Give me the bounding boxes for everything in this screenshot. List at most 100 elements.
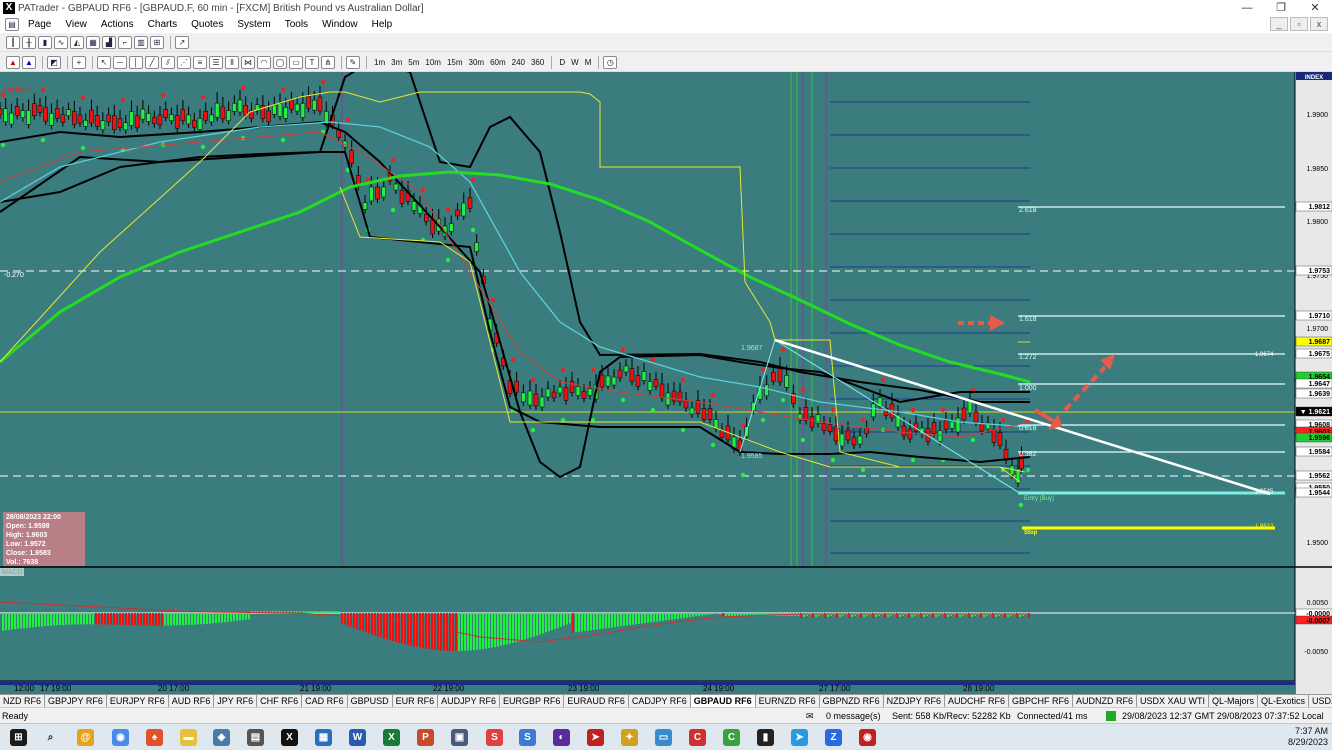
outlook-icon[interactable]: @ — [77, 729, 94, 746]
app-icon[interactable]: ◐ — [553, 729, 570, 746]
timeframe-3m[interactable]: 3m — [388, 58, 405, 67]
arc-icon[interactable]: ◠ — [257, 56, 271, 69]
symbol-tab[interactable]: EURGBP RF6 — [500, 695, 565, 707]
chart-menu-icon[interactable]: ▤ — [5, 18, 19, 31]
telegram-icon[interactable]: ➤ — [791, 729, 808, 746]
fib-extension-icon[interactable]: ☰ — [209, 56, 223, 69]
patrader-taskbar-icon[interactable]: ▤ — [247, 729, 264, 746]
crosshair-icon[interactable]: + — [72, 56, 86, 69]
clock-icon[interactable]: ◷ — [603, 56, 618, 69]
timeframe-5m[interactable]: 5m — [405, 58, 422, 67]
app-icon[interactable]: ◉ — [859, 729, 876, 746]
sell-arrow-icon[interactable]: ▲ — [22, 56, 36, 69]
timeframe-weekly[interactable]: W — [568, 58, 582, 67]
menu-system[interactable]: System — [230, 16, 277, 33]
symbol-tab[interactable]: EURNZD RF6 — [756, 695, 820, 707]
maximize-button[interactable]: ❐ — [1264, 0, 1298, 16]
symbol-tab[interactable]: CADJPY RF6 — [629, 695, 691, 707]
candle-chart-icon[interactable]: ▮ — [38, 36, 52, 49]
menu-help[interactable]: Help — [365, 16, 400, 33]
symbol-tab[interactable]: JPY RF6 — [214, 695, 258, 707]
ohlc-chart-icon[interactable]: ╫ — [22, 36, 36, 49]
fib-retracement-icon[interactable]: ≡ — [193, 56, 207, 69]
buy-arrow-icon[interactable]: ▲ — [6, 56, 20, 69]
minimize-button[interactable]: — — [1230, 0, 1264, 16]
timeframe-15m[interactable]: 15m — [444, 58, 466, 67]
symbol-tab[interactable]: NZD RF6 — [0, 695, 45, 707]
symbol-tab[interactable]: AUDNZD RF6 — [1073, 695, 1137, 707]
x-app-icon[interactable]: X — [281, 729, 298, 746]
s-app-icon[interactable]: S — [486, 729, 503, 746]
mdi-minimize-button[interactable]: _ — [1270, 17, 1288, 31]
timeframe-240[interactable]: 240 — [509, 58, 528, 67]
mdi-restore-button[interactable]: ▫ — [1290, 17, 1308, 31]
pointfigure-chart-icon[interactable]: ⊞ — [150, 36, 164, 49]
timeframe-60m[interactable]: 60m — [487, 58, 509, 67]
ellipse-icon[interactable]: ◯ — [273, 56, 287, 69]
vertical-line-icon[interactable]: │ — [129, 56, 143, 69]
heikin-chart-icon[interactable]: ▦ — [86, 36, 100, 49]
symbol-tab[interactable]: GBPJPY RF6 — [45, 695, 107, 707]
app-icon[interactable]: C — [689, 729, 706, 746]
zoom-icon[interactable]: Z — [825, 729, 842, 746]
fib-time-icon[interactable]: ⦀ — [225, 56, 239, 69]
timeframe-30m[interactable]: 30m — [466, 58, 488, 67]
chart-area[interactable]: 2.618 1.618 1.272 1.000 0.618 0.382 1.9687 1.95… — [0, 72, 1332, 694]
symbol-tab[interactable]: AUDCHF RF6 — [945, 695, 1009, 707]
s-app-icon[interactable]: S — [519, 729, 536, 746]
app-icon[interactable]: ▮ — [757, 729, 774, 746]
mdi-close-button[interactable]: x — [1310, 17, 1328, 31]
pointer-icon[interactable]: ↖ — [97, 56, 111, 69]
renko-chart-icon[interactable]: ▟ — [102, 36, 116, 49]
symbol-tab[interactable]: QL-Exotics — [1258, 695, 1310, 707]
search-icon[interactable]: ⌕ — [42, 729, 59, 746]
timeframe-monthly[interactable]: M — [582, 58, 595, 67]
rectangle-icon[interactable]: ▭ — [289, 56, 303, 69]
powerpoint-icon[interactable]: P — [417, 729, 434, 746]
symbol-tab[interactable]: QL-Majors — [1209, 695, 1259, 707]
folder-icon[interactable]: ▬ — [180, 729, 197, 746]
indicator-icon[interactable]: ↗ — [175, 36, 189, 49]
symbol-tab[interactable]: GBPAUD RF6 — [690, 695, 756, 707]
kagi-chart-icon[interactable]: ⌐ — [118, 36, 132, 49]
menu-page[interactable]: Page — [21, 16, 58, 33]
horizontal-line-icon[interactable]: ─ — [113, 56, 127, 69]
bar-chart-icon[interactable]: ┃ — [6, 36, 20, 49]
histogram-chart-icon[interactable]: ▥ — [134, 36, 148, 49]
chrome-icon[interactable]: ◉ — [112, 729, 129, 746]
symbol-tab[interactable]: NZDJPY RF6 — [884, 695, 945, 707]
symbol-tab[interactable]: EURAUD RF6 — [564, 695, 629, 707]
app-icon[interactable]: ➤ — [587, 729, 604, 746]
symbol-tab[interactable]: AUD RF6 — [169, 695, 215, 707]
fan-icon[interactable]: ⋰ — [177, 56, 191, 69]
timeframe-1m[interactable]: 1m — [371, 58, 388, 67]
brave-icon[interactable]: ♠ — [146, 729, 163, 746]
symbol-tab[interactable]: EUR RF6 — [393, 695, 439, 707]
symbol-tab[interactable]: CHF RF6 — [257, 695, 303, 707]
excel-icon[interactable]: X — [383, 729, 400, 746]
app-icon[interactable]: ▣ — [451, 729, 468, 746]
word-icon[interactable]: W — [349, 729, 366, 746]
pitchfork-icon[interactable]: ⋔ — [321, 56, 335, 69]
line-chart-icon[interactable]: ∿ — [54, 36, 68, 49]
symbol-tab[interactable]: CAD RF6 — [302, 695, 348, 707]
symbol-tab[interactable]: GBPNZD RF6 — [820, 695, 884, 707]
channel-icon[interactable]: ⫽ — [161, 56, 175, 69]
text-icon[interactable]: T — [305, 56, 319, 69]
app-icon[interactable]: ✦ — [621, 729, 638, 746]
price-chart[interactable]: 2.618 1.618 1.272 1.000 0.618 0.382 1.9687 1.95… — [0, 72, 1332, 694]
area-chart-icon[interactable]: ◭ — [70, 36, 84, 49]
app-icon[interactable]: ◈ — [213, 729, 230, 746]
symbol-tab[interactable]: GBPCHF RF6 — [1009, 695, 1073, 707]
menu-window[interactable]: Window — [315, 16, 365, 33]
delete-drawing-icon[interactable]: ✎ — [346, 56, 360, 69]
close-button[interactable]: ✕ — [1298, 0, 1332, 16]
taskbar-clock[interactable]: 7:37 AM 8/29/2023 — [1288, 726, 1328, 748]
menu-actions[interactable]: Actions — [94, 16, 141, 33]
trendline-icon[interactable]: ╱ — [145, 56, 159, 69]
app-icon[interactable]: ▭ — [655, 729, 672, 746]
timeframe-360[interactable]: 360 — [528, 58, 547, 67]
calculator-icon[interactable]: ▦ — [315, 729, 332, 746]
menu-tools[interactable]: Tools — [278, 16, 315, 33]
symbol-tab[interactable]: USDX RF6 — [1309, 695, 1332, 707]
